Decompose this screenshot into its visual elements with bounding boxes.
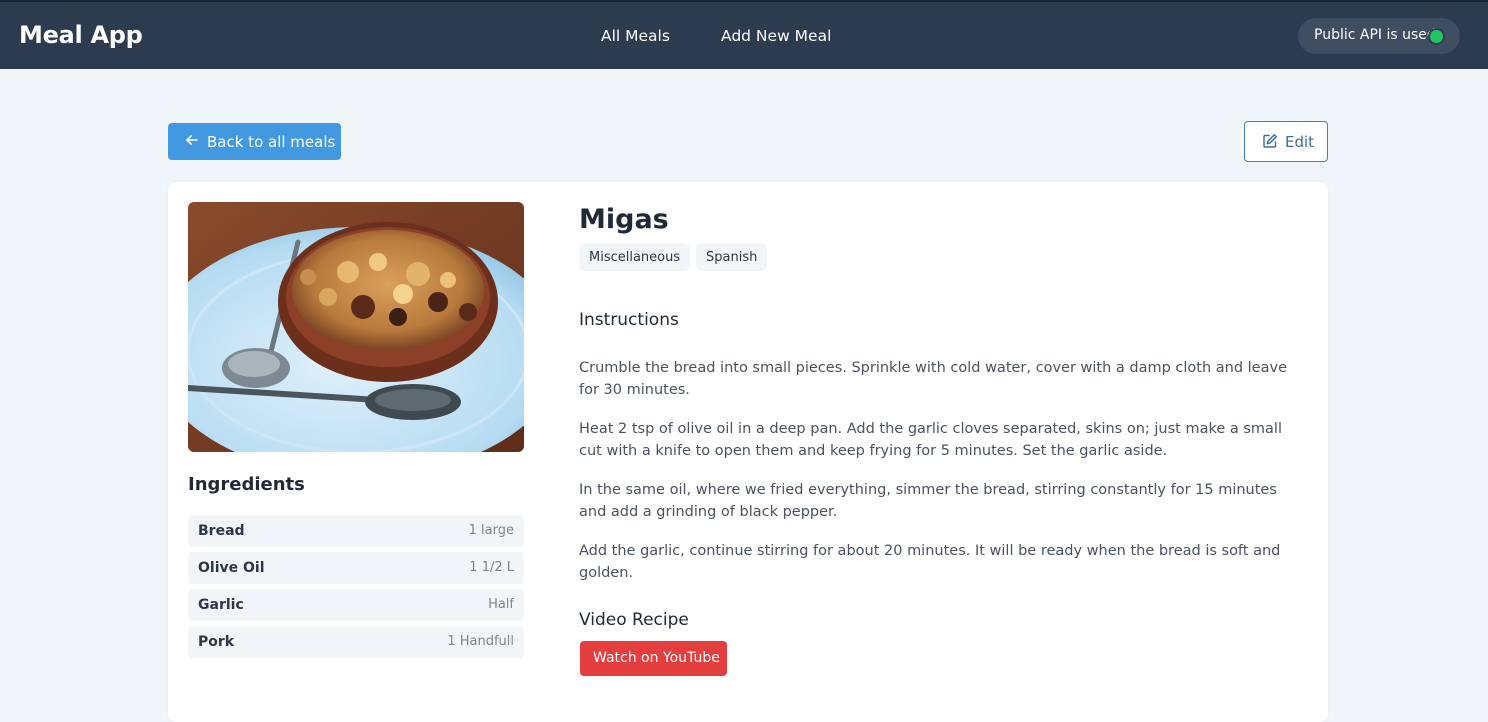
instruction-paragraph: Crumble the bread into small pieces. Spr…: [579, 360, 1287, 398]
watch-on-youtube-button[interactable]: Watch on YouTube: [580, 641, 727, 676]
back-button-label: Back to all meals: [207, 133, 336, 151]
status-indicator-dot-icon: [1430, 30, 1443, 43]
ingredient-row: Olive Oil 1 1/2 L: [188, 552, 524, 584]
instruction-paragraph: In the same oil, where we fried everythi…: [579, 482, 1277, 520]
meal-image: [188, 202, 524, 452]
ingredient-name: Olive Oil: [198, 560, 265, 576]
ingredient-name: Garlic: [198, 597, 244, 613]
ingredient-name: Pork: [198, 634, 235, 650]
nav-link-add-new-meal[interactable]: Add New Meal: [721, 27, 831, 45]
ingredients-heading: Ingredients: [188, 474, 305, 495]
ingredient-row: Pork 1 Handfull: [188, 626, 524, 658]
meal-title: Migas: [579, 204, 669, 235]
ingredient-measure: 1 1/2 L: [469, 560, 514, 575]
instruction-paragraph: Add the garlic, continue stirring for ab…: [579, 543, 1281, 581]
api-status-text: Public API is used: [1314, 27, 1436, 43]
nav-link-all-meals[interactable]: All Meals: [601, 27, 670, 45]
edit-icon: [1262, 133, 1278, 153]
instructions-heading: Instructions: [579, 310, 679, 330]
instruction-paragraph: Heat 2 tsp of olive oil in a deep pan. A…: [579, 421, 1282, 459]
category-tag: Miscellaneous: [579, 243, 691, 271]
arrow-left-icon: [184, 132, 200, 152]
ingredient-measure: 1 Handfull: [447, 634, 514, 649]
youtube-button-label: Watch on YouTube: [593, 650, 720, 666]
video-recipe-heading: Video Recipe: [579, 610, 689, 630]
api-status-badge: Public API is used: [1298, 18, 1460, 54]
edit-button-label: Edit: [1285, 133, 1315, 151]
area-tag: Spanish: [696, 243, 768, 271]
navbar: Meal App All Meals Add New Meal Public A…: [0, 0, 1488, 69]
ingredient-measure: Half: [488, 597, 514, 612]
meal-detail-card: Ingredients Bread 1 large Olive Oil 1 1/…: [168, 182, 1328, 722]
back-to-all-meals-button[interactable]: Back to all meals: [168, 123, 341, 160]
edit-button[interactable]: Edit: [1244, 121, 1328, 162]
ingredient-row: Garlic Half: [188, 589, 524, 621]
brand-logo[interactable]: Meal App: [19, 21, 143, 49]
ingredient-measure: 1 large: [468, 523, 514, 538]
ingredient-row: Bread 1 large: [188, 515, 524, 547]
ingredient-name: Bread: [198, 523, 245, 539]
